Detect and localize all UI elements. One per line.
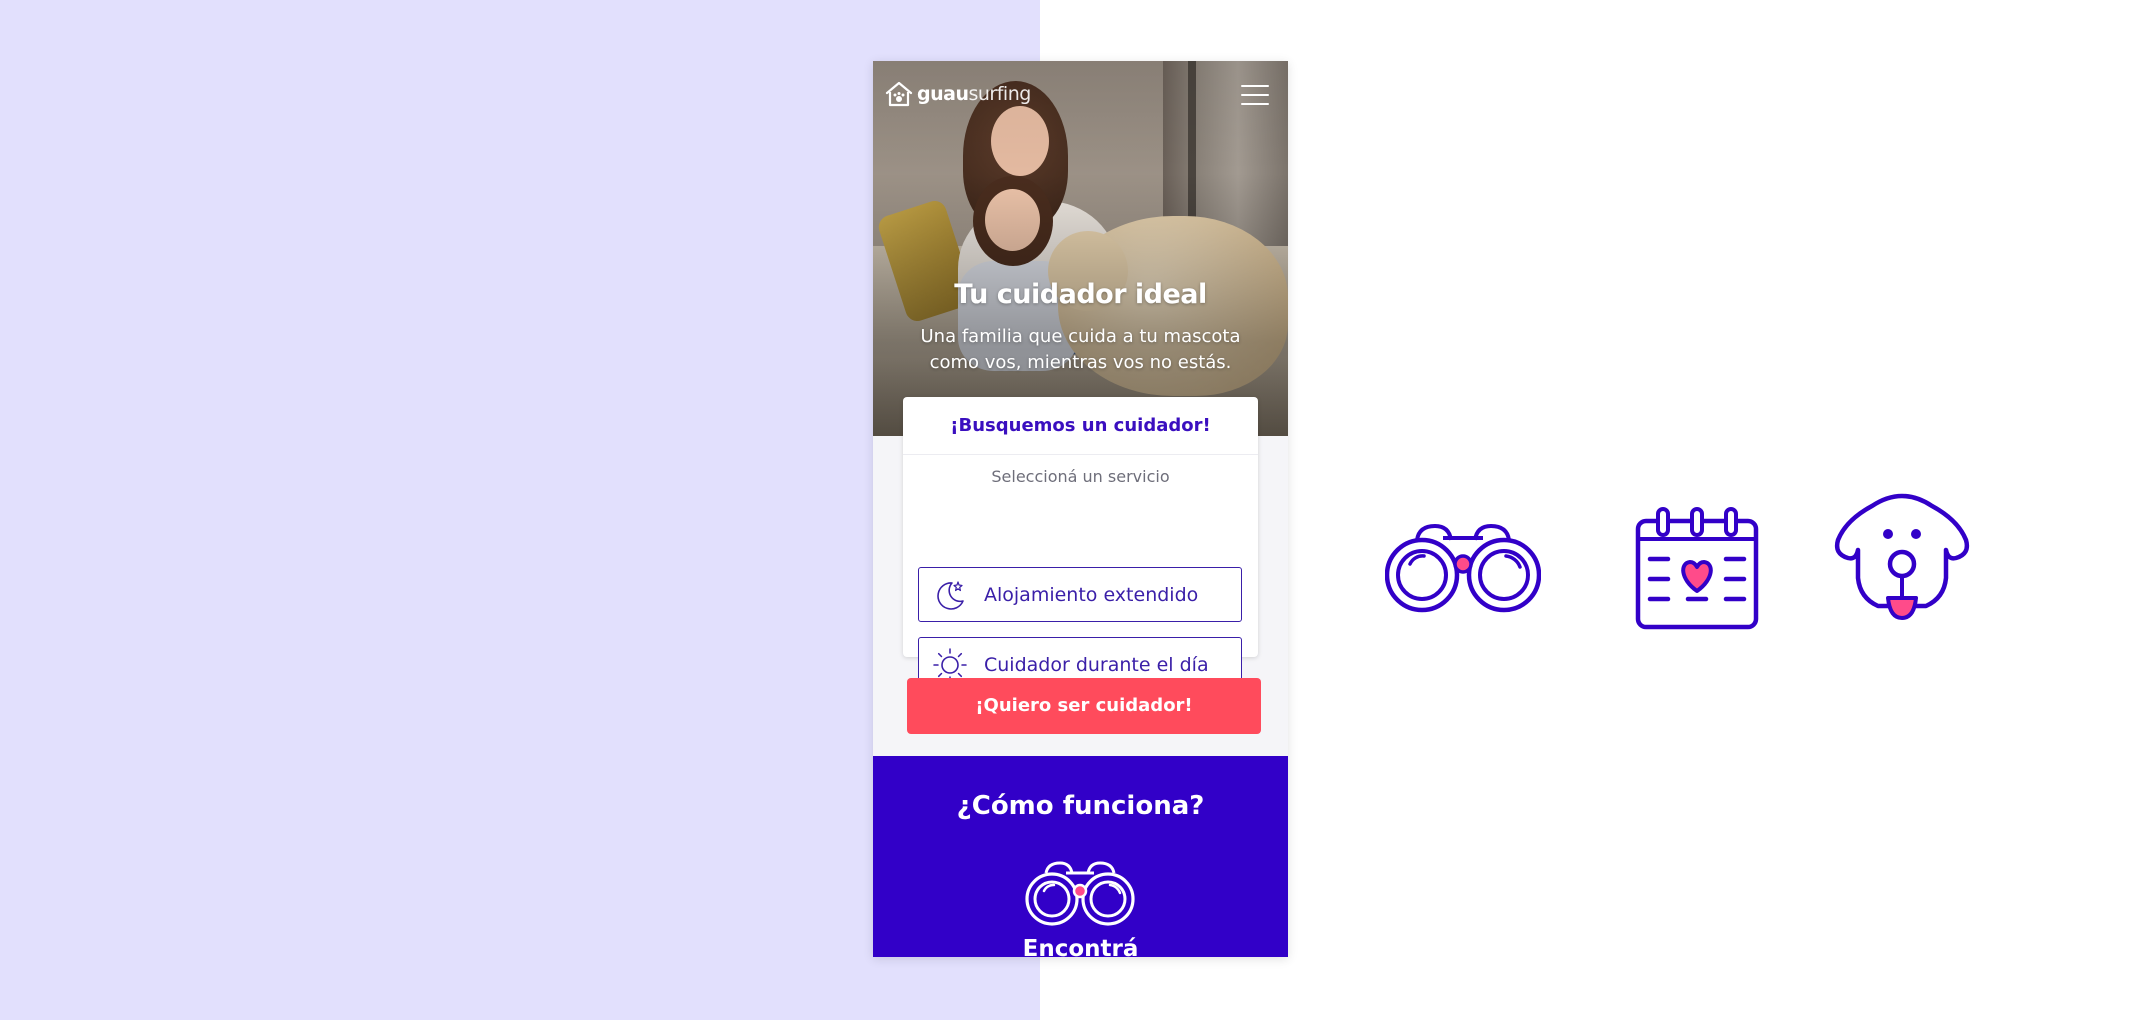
hero-banner: guausurfing Tu cuidador ideal Una famili… [873, 61, 1288, 436]
mobile-screen: guausurfing Tu cuidador ideal Una famili… [873, 61, 1288, 957]
become-sitter-button[interactable]: ¡Quiero ser cuidador! [907, 678, 1261, 734]
how-it-works-section: ¿Cómo funciona? Encontrá [873, 756, 1288, 957]
hero-overlay [873, 61, 1288, 436]
service-daycare-label: Cuidador durante el día [984, 653, 1209, 676]
binoculars-icon [1025, 861, 1135, 926]
service-select-label: Seleccioná un servicio [991, 467, 1170, 486]
calendar-heart-icon [1635, 507, 1759, 630]
brand-logo[interactable]: guausurfing [885, 81, 1031, 107]
dog-face-icon [1834, 493, 1970, 620]
how-it-works-title: ¿Cómo funciona? [956, 791, 1205, 821]
search-card-title: ¡Busquemos un cuidador! [903, 397, 1258, 455]
search-card: ¡Busquemos un cuidador! Seleccioná un se… [903, 397, 1258, 692]
house-paw-icon [885, 81, 913, 107]
menu-line [1241, 94, 1269, 96]
hero-title: Tu cuidador ideal [954, 279, 1207, 310]
brand-name-light: surfing [968, 83, 1031, 105]
how-step-title: Encontrá [1022, 936, 1139, 957]
hero-subtitle: Una familia que cuida a tu mascota como … [920, 326, 1241, 373]
brand-name: guausurfing [917, 83, 1031, 105]
service-extended-stay-button[interactable]: Alojamiento extendido [918, 567, 1242, 622]
menu-line [1241, 85, 1269, 87]
binoculars-icon [1385, 523, 1541, 613]
moon-star-icon [937, 580, 964, 610]
hamburger-menu-icon[interactable] [1241, 83, 1269, 107]
service-extended-stay-label: Alojamiento extendido [984, 583, 1199, 606]
brand-name-bold: guau [917, 83, 969, 105]
menu-line [1241, 103, 1269, 105]
